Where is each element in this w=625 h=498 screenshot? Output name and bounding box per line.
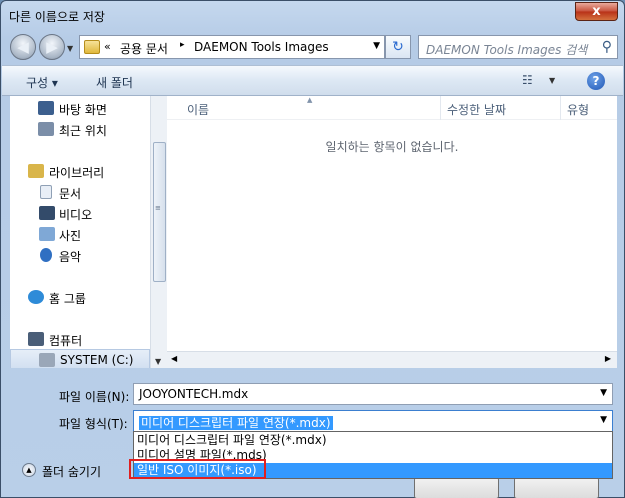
filetype-dropdown-icon[interactable]: ▼ [600, 415, 607, 425]
sidebar-item-videos[interactable]: 비디오 [10, 203, 150, 223]
command-bar: 구성 ▾ 새 폴더 ☷ ▼ ? [2, 65, 623, 96]
sidebar-item-label: 사진 [59, 229, 82, 243]
sidebar-item-label: 문서 [59, 187, 82, 201]
sidebar-item-system-drive[interactable]: SYSTEM (C:) [10, 349, 150, 368]
sidebar-item-label: 비디오 [59, 208, 93, 222]
highlight-box [129, 459, 266, 479]
sidebar-item-label: 음악 [59, 250, 82, 264]
filetype-select[interactable]: 미디어 디스크립터 파일 연장(*.mdx) ▼ [133, 410, 613, 432]
sidebar-item-label: 컴퓨터 [49, 334, 83, 348]
navigation-pane-scrollbar[interactable]: ≡ ▼ [150, 96, 167, 368]
scrollbar-thumb[interactable] [153, 142, 166, 282]
recent-places-icon [38, 122, 54, 136]
save-button[interactable] [414, 477, 499, 498]
sidebar-item-music[interactable]: 음악 [10, 245, 150, 265]
address-bar[interactable]: « 공용 문서 ▸ DAEMON Tools Images ▼ [79, 35, 385, 59]
search-icon[interactable]: ⚲ [602, 39, 612, 55]
column-type[interactable]: 유형 [567, 101, 589, 118]
videos-icon [39, 206, 55, 220]
refresh-button[interactable]: ↻ [385, 35, 411, 59]
pictures-icon [39, 227, 55, 241]
save-form: 파일 이름(N): JOOYONTECH.mdx ▼ 파일 형식(T): 미디어… [2, 369, 623, 498]
breadcrumb-public-documents[interactable]: 공용 문서 [120, 40, 168, 57]
column-divider[interactable] [560, 96, 561, 120]
libraries-icon [28, 164, 44, 178]
sidebar-item-pictures[interactable]: 사진 [10, 224, 150, 244]
address-dropdown-icon[interactable]: ▼ [373, 41, 380, 51]
sidebar-item-libraries[interactable]: 라이브러리 [10, 161, 150, 181]
music-icon [40, 248, 52, 262]
sidebar-item-recent[interactable]: 최근 위치 [10, 119, 150, 139]
scroll-right-icon[interactable]: ▶ [605, 354, 611, 363]
horizontal-scrollbar[interactable]: ◀ ▶ [167, 351, 617, 368]
search-input[interactable]: DAEMON Tools Images 검색 ⚲ [418, 35, 618, 59]
close-button[interactable]: x [575, 2, 618, 21]
breadcrumb-separator-icon[interactable]: ▸ [180, 40, 185, 50]
sidebar-item-documents[interactable]: 문서 [10, 182, 150, 202]
filename-field[interactable]: JOOYONTECH.mdx ▼ [133, 383, 613, 405]
filetype-label: 파일 형식(T): [59, 417, 128, 431]
column-header: ▲ 이름 수정한 날짜 유형 [167, 96, 617, 120]
navigation-pane: 바탕 화면 최근 위치 라이브러리 문서 비디오 사진 음악 홈 그룹 컴퓨터 … [10, 96, 150, 368]
scroll-left-icon[interactable]: ◀ [171, 354, 177, 363]
save-as-dialog: 다른 이름으로 저장 x ◀ ▶ ▼ « 공용 문서 ▸ DAEMON Tool… [0, 0, 625, 498]
sidebar-item-label: 홈 그룹 [49, 292, 86, 306]
organize-button[interactable]: 구성 ▾ [26, 74, 58, 91]
sidebar-item-homegroup[interactable]: 홈 그룹 [10, 287, 150, 307]
homegroup-icon [28, 290, 44, 304]
back-button[interactable]: ◀ [10, 34, 36, 60]
scroll-down-icon[interactable]: ▼ [155, 357, 161, 366]
sort-ascending-icon: ▲ [307, 96, 313, 104]
desktop-icon [38, 101, 54, 115]
filename-value: JOOYONTECH.mdx [139, 387, 249, 401]
folder-icon [84, 40, 100, 54]
search-placeholder: DAEMON Tools Images 검색 [426, 43, 588, 57]
file-list[interactable]: ▲ 이름 수정한 날짜 유형 일치하는 항목이 없습니다. ◀ ▶ [167, 96, 617, 368]
breadcrumb-overflow[interactable]: « [104, 40, 111, 53]
column-date-modified[interactable]: 수정한 날짜 [447, 101, 506, 118]
views-dropdown-icon[interactable]: ▼ [549, 76, 555, 85]
filetype-option-mdx[interactable]: 미디어 디스크립터 파일 연장(*.mdx) [134, 433, 612, 448]
sidebar-item-computer[interactable]: 컴퓨터 [10, 329, 150, 349]
new-folder-button[interactable]: 새 폴더 [96, 74, 133, 91]
filetype-value: 미디어 디스크립터 파일 연장(*.mdx) [139, 416, 333, 430]
column-name[interactable]: 이름 [187, 101, 209, 118]
sidebar-item-label: SYSTEM (C:) [60, 353, 134, 367]
window-title: 다른 이름으로 저장 [9, 10, 105, 24]
drive-icon [39, 353, 55, 367]
title-bar: 다른 이름으로 저장 x [1, 1, 624, 31]
documents-icon [40, 185, 52, 199]
computer-icon [28, 332, 44, 346]
sidebar-item-label: 라이브러리 [49, 166, 105, 180]
views-icon[interactable]: ☷ [522, 73, 533, 87]
recent-pages-dropdown-icon[interactable]: ▼ [67, 44, 73, 53]
navigation-bar: ◀ ▶ ▼ « 공용 문서 ▸ DAEMON Tools Images ▼ ↻ … [1, 31, 624, 63]
sidebar-item-desktop[interactable]: 바탕 화면 [10, 98, 150, 118]
grip-icon: ≡ [155, 204, 161, 212]
collapse-icon: ▲ [22, 463, 36, 477]
forward-button[interactable]: ▶ [39, 34, 65, 60]
filename-label: 파일 이름(N): [59, 390, 130, 404]
empty-message: 일치하는 항목이 없습니다. [325, 140, 459, 154]
hide-folders-label: 폴더 숨기기 [42, 465, 102, 479]
sidebar-item-label: 최근 위치 [59, 124, 107, 138]
help-icon[interactable]: ? [587, 72, 605, 90]
breadcrumb-daemon-tools-images[interactable]: DAEMON Tools Images [194, 40, 329, 54]
sidebar-item-label: 바탕 화면 [59, 103, 107, 117]
column-divider[interactable] [440, 96, 441, 120]
filename-dropdown-icon[interactable]: ▼ [600, 388, 607, 398]
cancel-button[interactable] [514, 477, 599, 498]
